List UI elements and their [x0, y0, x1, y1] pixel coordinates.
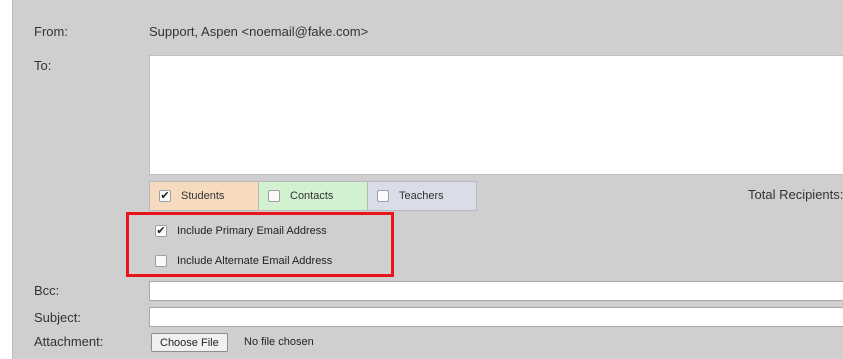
- tab-contacts[interactable]: Contacts: [258, 181, 368, 211]
- tab-teachers-label: Teachers: [399, 190, 444, 202]
- from-value: Support, Aspen <noemail@fake.com>: [149, 24, 369, 39]
- total-recipients-label: Total Recipients: (: [748, 187, 843, 202]
- teachers-checkbox[interactable]: [377, 190, 389, 202]
- bcc-label: Bcc:: [34, 283, 60, 298]
- tab-contacts-label: Contacts: [290, 190, 334, 202]
- subject-label: Subject:: [34, 310, 81, 325]
- to-recipients-field[interactable]: [149, 55, 843, 175]
- students-checkbox[interactable]: ✔: [159, 190, 171, 202]
- subject-input[interactable]: [149, 307, 843, 327]
- to-label: To:: [34, 58, 52, 73]
- choose-file-button[interactable]: Choose File: [151, 333, 228, 352]
- tab-teachers[interactable]: Teachers: [367, 181, 477, 211]
- highlight-annotation-box: [126, 212, 394, 277]
- tab-students-label: Students: [181, 190, 225, 202]
- bcc-input[interactable]: [149, 281, 843, 301]
- recipient-type-tabs: ✔ Students Contacts Teachers: [149, 181, 477, 211]
- tab-students[interactable]: ✔ Students: [149, 181, 259, 211]
- email-compose-panel: From: Support, Aspen <noemail@fake.com> …: [12, 0, 843, 359]
- file-status-text: No file chosen: [244, 336, 314, 348]
- from-label: From:: [34, 24, 68, 39]
- contacts-checkbox[interactable]: [268, 190, 280, 202]
- attachment-label: Attachment:: [34, 334, 104, 349]
